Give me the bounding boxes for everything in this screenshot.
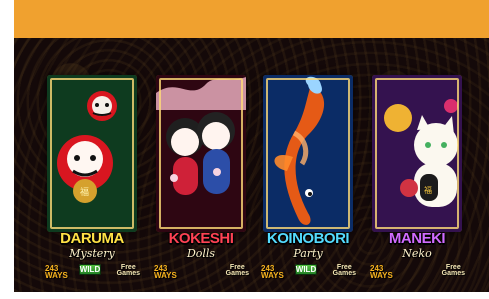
game-title-maneki: MANEKI bbox=[388, 230, 446, 247]
free-games-badge: Free Games bbox=[116, 264, 140, 277]
ways-badge: 243 WAYS bbox=[154, 264, 177, 280]
game-footer-daruma: 243 WAYS WILD Free Games bbox=[37, 264, 147, 280]
game-title-koinobori: KOINOBORI bbox=[266, 230, 350, 247]
game-banner: 福 福 DARUMA Mystery 243 WAYS WILD Free Ga… bbox=[14, 38, 489, 292]
game-footer-koinobori: 243 WAYS WILD Free Games bbox=[253, 264, 363, 280]
wild-badge: WILD bbox=[79, 264, 101, 275]
game-subtitle-koinobori: Party bbox=[293, 247, 323, 260]
daruma-art: 福 bbox=[47, 75, 137, 232]
game-tile-koinobori[interactable] bbox=[263, 75, 353, 232]
free-games-badge: Free Games bbox=[225, 264, 249, 277]
wild-badge: WILD bbox=[295, 264, 317, 275]
game-footer-kokeshi: 243 WAYS Free Games bbox=[146, 264, 256, 280]
free-games-badge: Free Games bbox=[441, 264, 465, 277]
svg-text:福: 福 bbox=[424, 186, 432, 195]
ways-badge: 243 WAYS bbox=[261, 264, 284, 280]
maneki-cat-art: 福 bbox=[372, 75, 462, 232]
game-subtitle-maneki: Neko bbox=[402, 247, 432, 260]
svg-text:福: 福 bbox=[80, 186, 89, 198]
game-subtitle-kokeshi: Dolls bbox=[186, 247, 216, 260]
game-tile-maneki[interactable]: 福 bbox=[372, 75, 462, 232]
ways-badge: 243 WAYS bbox=[370, 264, 393, 280]
free-games-badge: Free Games bbox=[332, 264, 356, 277]
game-subtitle-daruma: Mystery bbox=[69, 247, 115, 260]
orange-header-bar bbox=[14, 0, 489, 38]
kokeshi-art bbox=[156, 75, 246, 232]
game-tile-kokeshi[interactable] bbox=[156, 75, 246, 232]
koi-fish-art bbox=[263, 75, 353, 232]
game-title-kokeshi: KOKESHI bbox=[168, 230, 234, 247]
game-title-daruma: DARUMA bbox=[60, 230, 124, 247]
game-footer-maneki: 243 WAYS Free Games bbox=[362, 264, 472, 280]
game-tile-daruma[interactable]: 福 bbox=[47, 75, 137, 232]
ways-badge: 243 WAYS bbox=[45, 264, 68, 280]
